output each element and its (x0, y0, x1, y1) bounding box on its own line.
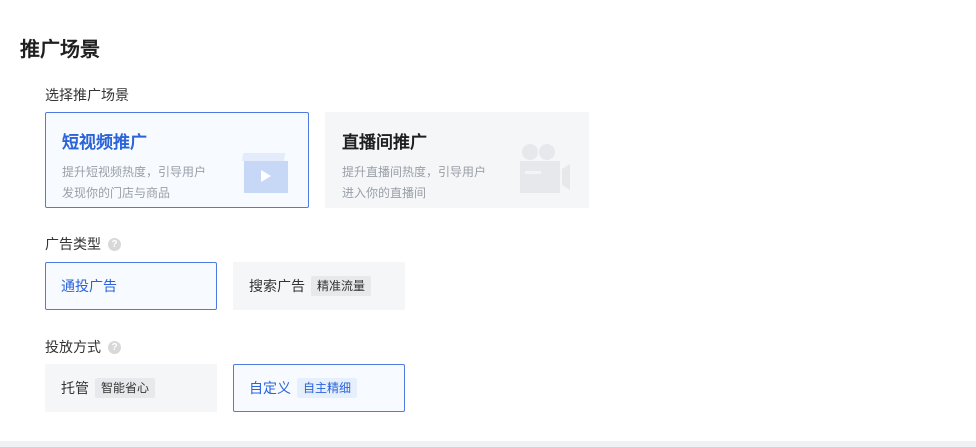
delivery-label-text: 投放方式 (45, 339, 101, 355)
scene-card-short-video[interactable]: 短视频推广 提升短视频热度，引导用户 发现你的门店与商品 (45, 112, 309, 208)
scene-card-desc: 提升直播间热度，引导用户 进入你的直播间 (342, 162, 502, 204)
help-icon[interactable]: ? (108, 340, 121, 354)
ad-type-option-search[interactable]: 搜索广告 精准流量 (233, 262, 405, 310)
delivery-option-custom[interactable]: 自定义 自主精细 (233, 364, 405, 412)
video-play-icon (241, 149, 288, 200)
delivery-label: 投放方式 ? (45, 337, 121, 357)
scene-label: 选择推广场景 (45, 87, 129, 103)
ad-type-option-label: 搜索广告 (249, 278, 305, 294)
delivery-option-label: 托管 (61, 380, 89, 396)
help-icon[interactable]: ? (108, 237, 121, 251)
scene-card-desc: 提升短视频热度，引导用户 发现你的门店与商品 (62, 162, 222, 204)
bottom-divider (0, 441, 976, 447)
scene-card-desc-line2: 发现你的门店与商品 (62, 186, 171, 200)
ad-type-option-tag: 精准流量 (311, 276, 372, 296)
scene-card-desc-line1: 提升直播间热度，引导用户 (342, 165, 487, 179)
ad-type-label-text: 广告类型 (45, 236, 101, 252)
scene-card-desc-line2: 进入你的直播间 (342, 186, 427, 200)
scene-card-desc-line1: 提升短视频热度，引导用户 (62, 165, 207, 179)
delivery-option-label: 自定义 (249, 380, 291, 396)
delivery-option-tag: 自主精细 (297, 378, 358, 398)
ad-type-label: 广告类型 ? (45, 234, 121, 254)
ad-type-option-label: 通投广告 (61, 278, 117, 294)
ad-type-option-general[interactable]: 通投广告 (45, 262, 217, 310)
delivery-option-tag: 智能省心 (95, 378, 156, 398)
page-title: 推广场景 (20, 39, 100, 61)
camera-icon (520, 143, 570, 200)
scene-card-live[interactable]: 直播间推广 提升直播间热度，引导用户 进入你的直播间 (325, 112, 589, 208)
delivery-option-managed[interactable]: 托管 智能省心 (45, 364, 217, 412)
